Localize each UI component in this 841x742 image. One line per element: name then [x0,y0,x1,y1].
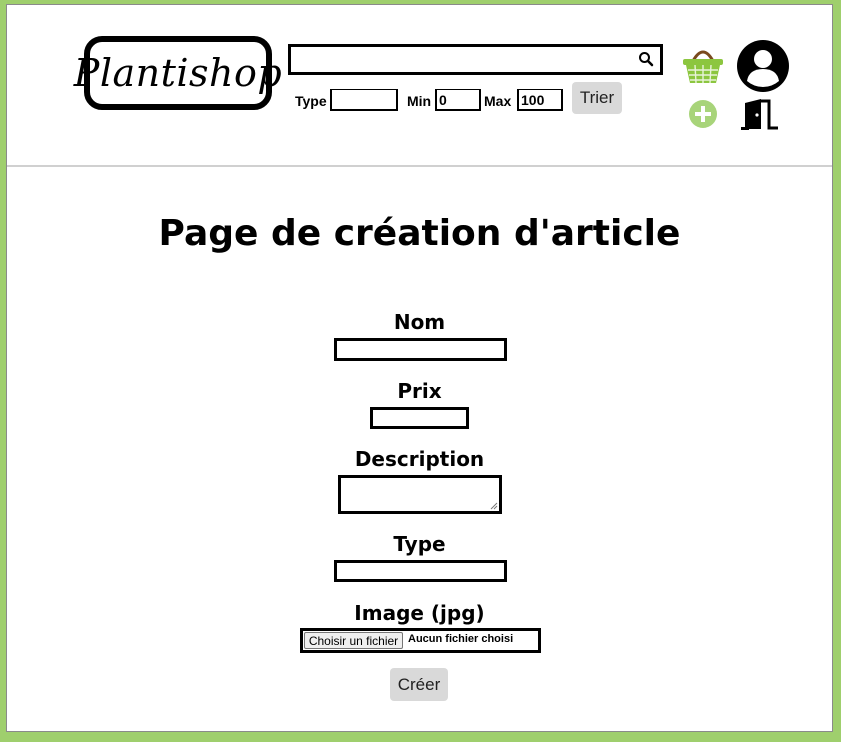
header-divider [7,165,832,167]
type-label: Type [393,532,446,556]
description-textarea[interactable] [338,475,502,514]
description-label: Description [354,447,485,471]
logout-door-icon[interactable] [740,97,780,131]
min-filter-input[interactable]: 0 [435,89,481,111]
type-input[interactable] [334,560,507,582]
name-input[interactable] [334,338,507,361]
file-status-text: Aucun fichier choisi [408,633,514,645]
search-input[interactable] [288,44,663,75]
site-logo[interactable]: Plantishop [74,36,282,110]
max-filter-input[interactable]: 100 [517,89,563,111]
basket-icon[interactable] [681,43,725,85]
resize-handle-icon[interactable] [490,502,498,510]
add-icon[interactable] [688,99,718,129]
account-icon[interactable] [736,39,790,93]
image-label: Image (jpg) [354,601,485,625]
page-frame: Plantishop Type Min 0 Max 100 Trier Page… [6,4,833,732]
price-input[interactable] [370,407,469,429]
price-label: Prix [397,379,442,403]
page-title: Page de création d'article [158,213,681,254]
min-filter-label: Min [407,93,432,109]
search-icon[interactable] [638,51,654,67]
logo-text: Plantishop [73,51,283,95]
type-filter-input[interactable] [330,89,398,111]
create-button[interactable]: Créer [390,668,448,701]
sort-button[interactable]: Trier [572,82,622,114]
max-filter-label: Max [484,93,512,109]
name-label: Nom [393,310,446,334]
type-filter-label: Type [295,93,327,109]
choose-file-button[interactable]: Choisir un fichier [304,632,403,649]
image-file-input[interactable]: Choisir un fichier Aucun fichier choisi [300,628,541,653]
